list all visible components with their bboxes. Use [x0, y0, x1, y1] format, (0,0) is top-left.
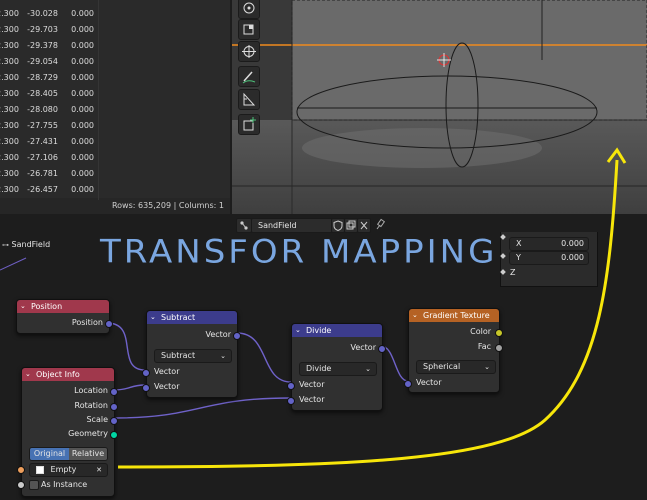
scale-socket[interactable] [110, 417, 118, 425]
object-input-socket[interactable] [17, 466, 25, 474]
space-toggle: Original Relative [29, 447, 108, 461]
input-socket[interactable] [142, 369, 150, 377]
subtract-node[interactable]: ⌄ Subtract Vector Subtract ⌄ Vector Vect… [142, 310, 241, 398]
chevron-down-icon: ⌄ [220, 352, 226, 360]
gradient-texture-node[interactable]: ⌄ Gradient Texture Color Fac Spherical ⌄… [404, 308, 503, 393]
rotation-output-label: Rotation [74, 401, 108, 410]
geometry-output-label: Geometry [68, 429, 108, 438]
scale-output-label: Scale [86, 415, 108, 424]
rotation-socket[interactable] [110, 403, 118, 411]
input-socket[interactable] [287, 382, 295, 390]
fac-socket[interactable] [495, 344, 503, 352]
object-field[interactable]: Empty ✕ [29, 463, 108, 477]
tab-original[interactable]: Original [30, 448, 69, 460]
object-info-node[interactable]: ⌄ Object Info Location Rotation Scale Ge… [17, 367, 118, 497]
node-header[interactable]: ⌄ Divide [292, 324, 382, 337]
node-header[interactable]: ⌄ Subtract [147, 311, 237, 324]
close-icon[interactable]: ✕ [96, 464, 102, 476]
tab-relative[interactable]: Relative [69, 448, 107, 460]
output-socket[interactable] [105, 320, 113, 328]
as-instance-checkbox[interactable] [29, 480, 39, 490]
input-socket[interactable] [142, 384, 150, 392]
chevron-down-icon: ⌄ [484, 363, 490, 371]
operation-dropdown[interactable]: Divide ⌄ [299, 362, 377, 376]
node-header[interactable]: ⌄ Object Info [22, 368, 114, 381]
object-icon [36, 465, 44, 474]
chevron-down-icon[interactable]: ⌄ [150, 311, 156, 324]
chevron-down-icon[interactable]: ⌄ [20, 300, 26, 313]
node-header[interactable]: ⌄ Position [17, 300, 109, 313]
node-header[interactable]: ⌄ Gradient Texture [409, 309, 499, 322]
input-socket[interactable] [404, 380, 412, 388]
operation-dropdown[interactable]: Subtract ⌄ [154, 349, 232, 363]
output-socket[interactable] [233, 332, 241, 340]
chevron-down-icon: ⌄ [365, 365, 371, 373]
output-socket[interactable] [378, 345, 386, 353]
location-output-label: Location [74, 386, 108, 395]
as-instance-socket[interactable] [17, 481, 25, 489]
geometry-socket[interactable] [110, 431, 118, 439]
gradient-type-dropdown[interactable]: Spherical ⌄ [416, 360, 496, 374]
location-socket[interactable] [110, 388, 118, 396]
color-socket[interactable] [495, 329, 503, 337]
position-node[interactable]: ⌄ Position Position [16, 299, 113, 334]
as-instance-label: As Instance [41, 480, 88, 489]
chevron-down-icon[interactable]: ⌄ [295, 324, 301, 337]
chevron-down-icon[interactable]: ⌄ [25, 368, 31, 381]
divide-node[interactable]: ⌄ Divide Vector Divide ⌄ Vector Vector [287, 323, 386, 411]
chevron-down-icon[interactable]: ⌄ [412, 309, 418, 322]
input-socket[interactable] [287, 397, 295, 405]
